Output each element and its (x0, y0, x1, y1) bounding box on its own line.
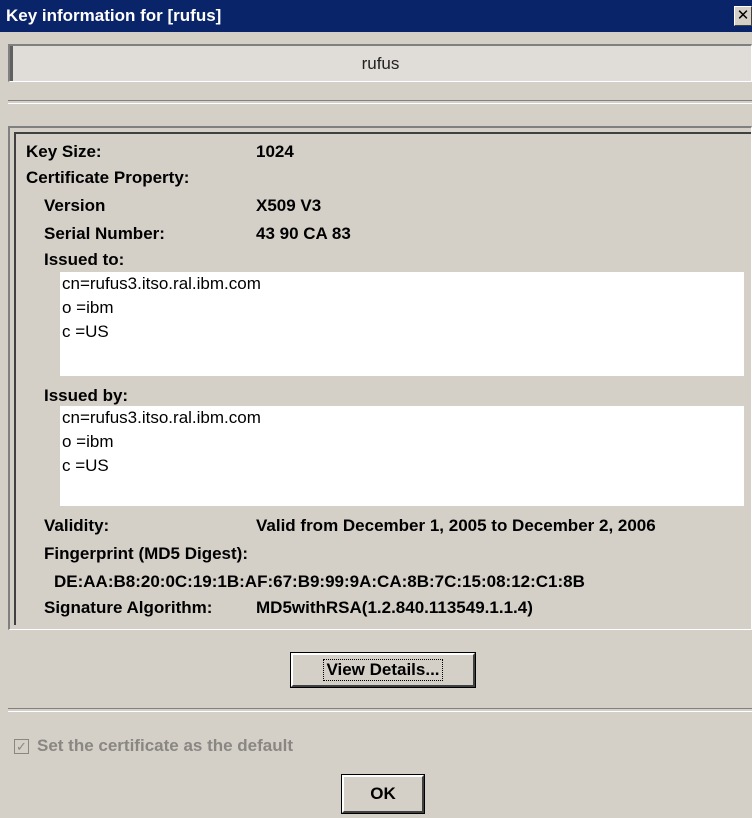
version-value: X509 V3 (256, 196, 322, 215)
issued-by-box: cn=rufus3.itso.ral.ibm.com o =ibm c =US (60, 406, 744, 506)
validity-value: Valid from December 1, 2005 to December … (256, 516, 656, 535)
view-details-label: View Details... (323, 659, 443, 681)
signature-algorithm-value: MD5withRSA(1.2.840.113549.1.1.4) (256, 598, 533, 617)
key-size-value: 1024 (256, 142, 294, 161)
key-size-label: Key Size: (26, 142, 102, 161)
issued-to-o: o =ibm (62, 298, 114, 317)
serial-number-label: Serial Number: (44, 224, 165, 243)
issued-by-o: o =ibm (62, 432, 114, 451)
key-label-text: rufus (361, 53, 400, 73)
close-button[interactable]: ✕ (734, 6, 752, 26)
issued-to-cn: cn=rufus3.itso.ral.ibm.com (62, 274, 261, 293)
fingerprint-value: DE:AA:B8:20:0C:19:1B:AF:67:B9:99:9A:CA:8… (54, 572, 585, 591)
version-label: Version (44, 196, 106, 215)
ok-button-frame: OK (341, 774, 425, 814)
issued-to-c: c =US (62, 322, 109, 341)
issued-to-box: cn=rufus3.itso.ral.ibm.com o =ibm c =US (60, 272, 744, 376)
default-certificate-option[interactable]: ✓ Set the certificate as the default (14, 734, 293, 758)
check-icon: ✓ (16, 738, 27, 754)
ok-button[interactable]: OK (342, 775, 424, 813)
signature-algorithm-label: Signature Algorithm: (44, 598, 213, 617)
fingerprint-label: Fingerprint (MD5 Digest): (44, 544, 248, 563)
title-bar: Key information for [rufus] ✕ (0, 0, 752, 32)
certificate-info-panel: Key Size: 1024 Certificate Property: Ver… (8, 126, 752, 630)
view-details-button-frame: View Details... (290, 652, 476, 688)
validity-label: Validity: (44, 516, 110, 535)
view-details-button[interactable]: View Details... (291, 653, 475, 687)
separator (8, 708, 752, 712)
issued-to-label: Issued to: (44, 250, 125, 269)
serial-number-value: 43 90 CA 83 (256, 224, 351, 243)
certificate-info-content: Key Size: 1024 Certificate Property: Ver… (14, 132, 751, 625)
issued-by-cn: cn=rufus3.itso.ral.ibm.com (62, 408, 261, 427)
default-certificate-label: Set the certificate as the default (37, 736, 294, 755)
separator (8, 100, 752, 104)
key-label-field: rufus (8, 44, 752, 82)
issued-by-c: c =US (62, 456, 109, 475)
close-icon: ✕ (736, 7, 750, 24)
default-certificate-checkbox[interactable]: ✓ (14, 738, 29, 754)
certificate-property-label: Certificate Property: (26, 168, 190, 187)
ok-label: OK (370, 784, 396, 803)
issued-by-label: Issued by: (44, 386, 129, 405)
window-title: Key information for [rufus] (6, 6, 222, 25)
